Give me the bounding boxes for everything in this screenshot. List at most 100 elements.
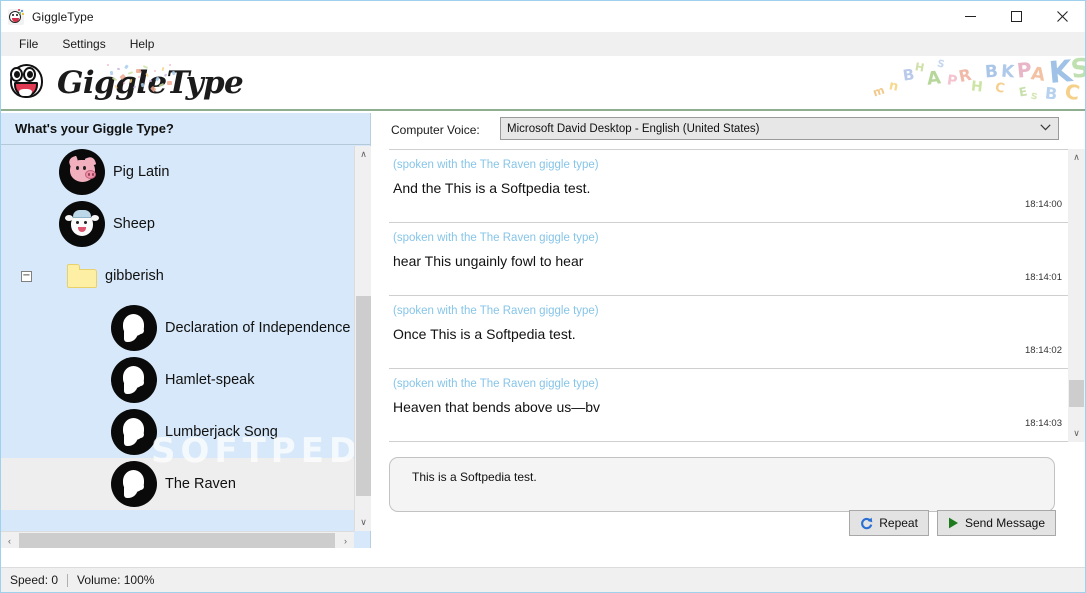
- message-vertical-scrollbar[interactable]: ∧ ∨: [1068, 149, 1085, 442]
- tree-item-sheep[interactable]: Sheep: [1, 198, 354, 250]
- message-giggle-type-note: (spoken with the The Raven giggle type): [393, 232, 599, 244]
- head-silhouette-icon: [111, 461, 157, 507]
- message-text: Heaven that bends above us—bv: [393, 399, 601, 415]
- pig-avatar-icon: [59, 149, 105, 195]
- tree-item-label: Declaration of Independence: [165, 320, 351, 336]
- menu-item-help[interactable]: Help: [121, 34, 164, 54]
- window-controls: [947, 1, 1085, 32]
- voice-bar: Computer Voice: Microsoft David Desktop …: [372, 113, 1085, 147]
- message-giggle-type-note: (spoken with the The Raven giggle type): [393, 159, 599, 171]
- head-silhouette-icon: [111, 357, 157, 403]
- close-button[interactable]: [1039, 1, 1085, 32]
- tree-item-the-raven[interactable]: The Raven: [1, 458, 354, 510]
- message-timestamp: 18:14:00: [1025, 199, 1062, 210]
- decorative-letters: mnBHASPRHBKCPAEsKBCS: [859, 56, 1085, 109]
- tree-item-label: gibberish: [105, 268, 164, 284]
- tree-item-label: The Raven: [165, 476, 236, 492]
- message-item[interactable]: (spoken with the The Raven giggle type) A…: [389, 150, 1068, 223]
- decor-letter: B: [1044, 83, 1059, 104]
- scroll-down-arrow-icon[interactable]: ∨: [355, 514, 372, 531]
- chevron-down-icon[interactable]: [1040, 123, 1051, 134]
- tree-item-gibberish[interactable]: − gibberish: [1, 250, 354, 302]
- decor-letter: H: [970, 78, 984, 96]
- computer-voice-label: Computer Voice:: [391, 123, 480, 137]
- decor-letter: s: [1029, 88, 1039, 103]
- decor-letter: C: [993, 80, 1006, 97]
- message-timestamp: 18:14:01: [1025, 272, 1062, 283]
- giggle-type-panel: What's your Giggle Type? Pig Latin Sheep −…: [1, 113, 406, 548]
- message-list[interactable]: (spoken with the The Raven giggle type) A…: [389, 149, 1068, 459]
- tree-item-label: Hamlet-speak: [165, 372, 255, 388]
- message-text: And the This is a Softpedia test.: [393, 180, 591, 196]
- message-input[interactable]: This is a Softpedia test.: [389, 457, 1055, 512]
- title-bar: GiggleType: [1, 1, 1085, 32]
- folder-icon: [67, 264, 97, 288]
- giggle-type-tree[interactable]: Pig Latin Sheep − gibberish Declaration of I…: [1, 146, 354, 515]
- app-smiley-face-icon: [8, 8, 24, 25]
- decor-letter: E: [1017, 84, 1029, 100]
- msg-scroll-down-arrow-icon[interactable]: ∨: [1068, 425, 1085, 442]
- message-item[interactable]: (spoken with the The Raven giggle type) O…: [389, 296, 1068, 369]
- scroll-up-arrow-icon[interactable]: ∧: [355, 146, 372, 163]
- decor-letter: H: [913, 60, 926, 75]
- menu-bar: File Settings Help: [1, 32, 1085, 56]
- sidebar-horizontal-scrollbar[interactable]: ‹ ›: [1, 531, 354, 548]
- decor-letter: m: [871, 83, 887, 100]
- tree-item-declaration-of-independence[interactable]: Declaration of Independence: [1, 302, 354, 354]
- sidebar-hscroll-thumb[interactable]: [19, 533, 335, 548]
- status-separator: [67, 573, 69, 587]
- message-timestamp: 18:14:02: [1025, 345, 1062, 356]
- scroll-left-arrow-icon[interactable]: ‹: [1, 532, 18, 549]
- computer-voice-value: Microsoft David Desktop - English (Unite…: [507, 122, 760, 135]
- decor-letter: A: [1029, 63, 1047, 86]
- repeat-button[interactable]: Repeat: [849, 510, 929, 536]
- action-buttons: Repeat Send Message: [849, 510, 1056, 536]
- decor-letter: K: [1000, 61, 1015, 83]
- tree-item-pig-latin[interactable]: Pig Latin: [1, 146, 354, 198]
- tree-item-hamlet-speak[interactable]: Hamlet-speak: [1, 354, 354, 406]
- message-giggle-type-note: (spoken with the The Raven giggle type): [393, 305, 599, 317]
- message-scroll-thumb[interactable]: [1069, 380, 1084, 407]
- decor-letter: S: [1069, 56, 1085, 86]
- maximize-button[interactable]: [993, 1, 1039, 32]
- smiley-mascot-icon: [7, 58, 47, 104]
- message-timestamp: 18:14:03: [1025, 418, 1062, 429]
- status-volume: Volume: 100%: [77, 573, 155, 587]
- minimize-button[interactable]: [947, 1, 993, 32]
- message-giggle-type-note: (spoken with the The Raven giggle type): [393, 378, 599, 390]
- conversation-panel: Computer Voice: Microsoft David Desktop …: [372, 113, 1085, 548]
- sidebar-vertical-scrollbar[interactable]: ∧ ∨: [354, 146, 371, 531]
- sidebar-scroll-thumb[interactable]: [356, 296, 371, 496]
- app-window: GiggleType File Settings Help GiggleType…: [0, 0, 1086, 593]
- message-text: Once This is a Softpedia test.: [393, 326, 576, 342]
- send-message-button-label: Send Message: [964, 516, 1045, 530]
- app-banner: GiggleType mnBHASPRHBKCPAEsKBCS: [1, 56, 1085, 111]
- tree-item-lumberjack-song[interactable]: Lumberjack Song: [1, 406, 354, 458]
- scroll-right-arrow-icon[interactable]: ›: [337, 532, 354, 549]
- decor-letter: n: [887, 78, 900, 95]
- message-item[interactable]: (spoken with the The Raven giggle type) H…: [389, 369, 1068, 442]
- menu-item-settings[interactable]: Settings: [53, 34, 114, 54]
- tree-item-label: Pig Latin: [113, 164, 170, 180]
- send-message-button[interactable]: Send Message: [936, 510, 1056, 536]
- tree-item-label: Lumberjack Song: [165, 424, 278, 440]
- decor-letter: P: [945, 72, 959, 90]
- refresh-icon: [860, 517, 873, 530]
- confetti-icon: [18, 8, 24, 15]
- logo-confetti-icon: [105, 62, 176, 92]
- decor-letter: S: [935, 58, 946, 71]
- head-silhouette-icon: [111, 409, 157, 455]
- play-triangle-icon: [948, 517, 959, 529]
- status-speed: Speed: 0: [10, 573, 59, 587]
- computer-voice-select[interactable]: Microsoft David Desktop - English (Unite…: [500, 117, 1059, 140]
- sheep-avatar-icon: [59, 201, 105, 247]
- menu-item-file[interactable]: File: [10, 34, 47, 54]
- tree-expander-collapse-icon[interactable]: −: [21, 270, 32, 282]
- sidebar-header: What's your Giggle Type?: [1, 113, 370, 145]
- msg-scroll-up-arrow-icon[interactable]: ∧: [1068, 149, 1085, 166]
- message-item[interactable]: (spoken with the The Raven giggle type) h…: [389, 223, 1068, 296]
- tree-item-label: Sheep: [113, 216, 155, 232]
- message-text: hear This ungainly fowl to hear: [393, 253, 584, 269]
- window-title: GiggleType: [32, 9, 94, 24]
- decor-letter: A: [925, 67, 942, 90]
